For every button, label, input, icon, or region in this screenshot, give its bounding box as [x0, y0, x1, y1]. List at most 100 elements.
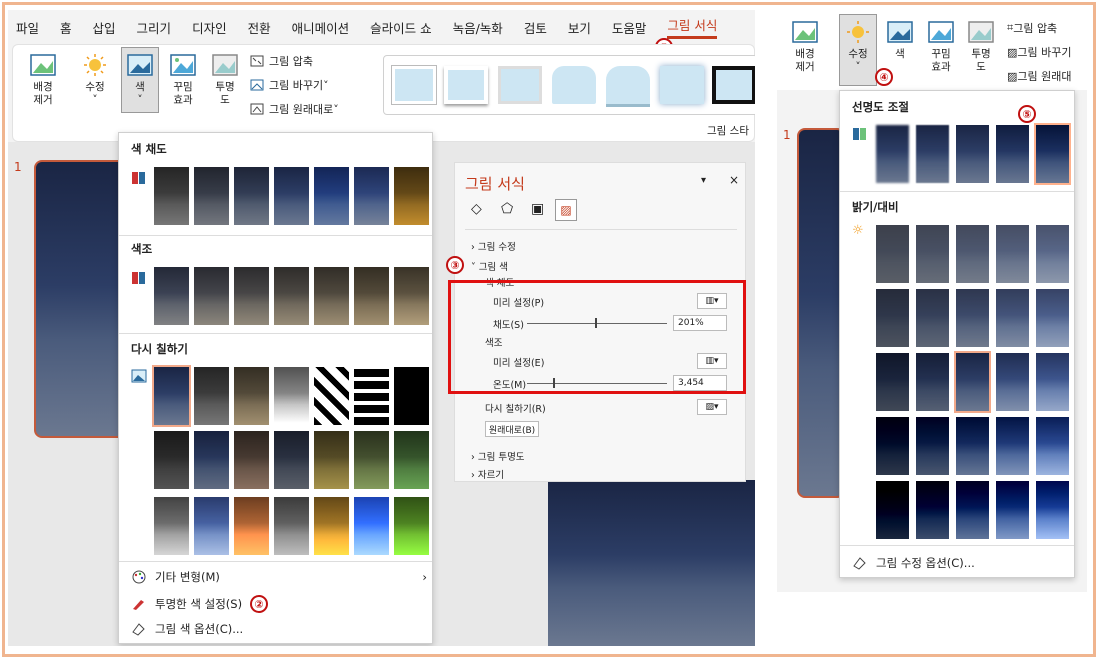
bc-3-1[interactable]: [876, 353, 909, 411]
bc-1-2[interactable]: [916, 225, 949, 283]
sharpen-4[interactable]: [996, 125, 1029, 183]
bc-3-2[interactable]: [916, 353, 949, 411]
bc-1-3[interactable]: [956, 225, 989, 283]
bc-1-5[interactable]: [1036, 225, 1069, 283]
recolor-dark-7[interactable]: [394, 431, 429, 489]
recolor-bw-75[interactable]: [394, 367, 429, 425]
picture-style-2[interactable]: [444, 66, 488, 104]
change-picture-button[interactable]: 그림 바꾸기 ˅: [249, 77, 329, 93]
color-button[interactable]: 색: [883, 20, 917, 61]
sharpen-1[interactable]: [876, 125, 909, 183]
bc-2-4[interactable]: [996, 289, 1029, 347]
transparency-button[interactable]: 투명 도: [965, 20, 997, 74]
bc-4-3[interactable]: [956, 417, 989, 475]
recolor-light-5[interactable]: [314, 497, 349, 555]
picture-style-7[interactable]: [712, 66, 755, 104]
artistic-effects-button[interactable]: 꾸밈 효과: [923, 20, 959, 74]
reset-picture-button[interactable]: ▨ 그림 원래대: [1007, 68, 1072, 84]
menu-record[interactable]: 녹음/녹화: [453, 18, 503, 37]
close-icon[interactable]: ×: [729, 173, 739, 187]
picture-transparency-section[interactable]: › 그림 투명도: [471, 449, 525, 463]
saturation-400[interactable]: [394, 167, 429, 225]
compress-pictures-button[interactable]: 그림 압축: [249, 53, 313, 69]
recolor-bw-50[interactable]: [354, 367, 389, 425]
picture-style-3[interactable]: [498, 66, 542, 104]
recolor-dark-5[interactable]: [314, 431, 349, 489]
tone-2[interactable]: [194, 267, 229, 325]
bc-4-4[interactable]: [996, 417, 1029, 475]
bc-4-5[interactable]: [1036, 417, 1069, 475]
picture-style-5[interactable]: [606, 66, 650, 104]
picture-corrections-section[interactable]: › 그림 수정: [471, 239, 516, 253]
menu-draw[interactable]: 그리기: [137, 18, 172, 37]
picture-style-4[interactable]: [552, 66, 596, 104]
sharpen-2[interactable]: [916, 125, 949, 183]
sharpen-5[interactable]: [1034, 123, 1071, 185]
tone-1[interactable]: [154, 267, 189, 325]
bc-5-2[interactable]: [916, 481, 949, 539]
picture-color-options-item[interactable]: 그림 색 옵션(C)...: [131, 621, 243, 637]
transparency-button[interactable]: 투명 도: [207, 53, 243, 107]
recolor-dark-3[interactable]: [234, 431, 269, 489]
menu-design[interactable]: 디자인: [192, 18, 227, 37]
saturation-0[interactable]: [154, 167, 189, 225]
menu-help[interactable]: 도움말: [612, 18, 647, 37]
saturation-66[interactable]: [234, 167, 269, 225]
bc-4-2[interactable]: [916, 417, 949, 475]
recolor-dark-1[interactable]: [154, 431, 189, 489]
reset-picture-button[interactable]: 그림 원래대로 ˅: [249, 101, 339, 117]
recolor-light-7[interactable]: [394, 497, 429, 555]
saturation-100[interactable]: [274, 167, 309, 225]
tone-5[interactable]: [314, 267, 349, 325]
picture-icon[interactable]: ▨: [555, 199, 577, 221]
recolor-sepia[interactable]: [234, 367, 269, 425]
set-transparent-color-item[interactable]: 투명한 색 설정(S) ②: [131, 595, 269, 613]
saturation-300[interactable]: [354, 167, 389, 225]
effects-icon[interactable]: ⬠: [501, 201, 513, 217]
menu-slideshow[interactable]: 슬라이드 쇼: [370, 18, 431, 37]
bc-5-3[interactable]: [956, 481, 989, 539]
recolor-dropdown[interactable]: ▨▾: [697, 399, 727, 415]
tone-7[interactable]: [394, 267, 429, 325]
pane-options-icon[interactable]: ▾: [701, 175, 706, 186]
saturation-200[interactable]: [314, 167, 349, 225]
saturation-33[interactable]: [194, 167, 229, 225]
bc-4-1[interactable]: [876, 417, 909, 475]
remove-background-button[interactable]: 배경 제거: [787, 20, 823, 74]
menu-insert[interactable]: 삽입: [93, 18, 116, 37]
recolor-dark-4[interactable]: [274, 431, 309, 489]
artistic-effects-button[interactable]: 꾸밈 효과: [165, 53, 201, 107]
slide-thumbnail[interactable]: [797, 128, 845, 498]
recolor-none[interactable]: [152, 365, 191, 427]
recolor-light-1[interactable]: [154, 497, 189, 555]
more-variations-item[interactable]: 기타 변형(M) ›: [131, 569, 427, 585]
recolor-light-2[interactable]: [194, 497, 229, 555]
recolor-light-3[interactable]: [234, 497, 269, 555]
size-icon[interactable]: ▣: [531, 201, 544, 217]
bc-2-2[interactable]: [916, 289, 949, 347]
bc-2-5[interactable]: [1036, 289, 1069, 347]
recolor-light-6[interactable]: [354, 497, 389, 555]
bc-3-5[interactable]: [1036, 353, 1069, 411]
corrections-button[interactable]: 수정 ˅: [839, 14, 877, 86]
bc-5-1[interactable]: [876, 481, 909, 539]
bc-2-3[interactable]: [956, 289, 989, 347]
picture-style-1[interactable]: [392, 66, 436, 104]
sharpen-3[interactable]: [956, 125, 989, 183]
recolor-dark-6[interactable]: [354, 431, 389, 489]
bc-3-4[interactable]: [996, 353, 1029, 411]
bc-2-1[interactable]: [876, 289, 909, 347]
menu-review[interactable]: 검토: [524, 18, 547, 37]
menu-picture-format[interactable]: 그림 서식: [667, 15, 718, 39]
tone-6[interactable]: [354, 267, 389, 325]
bc-5-4[interactable]: [996, 481, 1029, 539]
recolor-bw-25[interactable]: [314, 367, 349, 425]
recolor-washout[interactable]: [274, 367, 309, 425]
bc-5-5[interactable]: [1036, 481, 1069, 539]
bc-1-1[interactable]: [876, 225, 909, 283]
compress-pictures-button[interactable]: ⌗ 그림 압축: [1007, 20, 1057, 36]
bc-1-4[interactable]: [996, 225, 1029, 283]
recolor-grayscale[interactable]: [194, 367, 229, 425]
menu-view[interactable]: 보기: [568, 18, 591, 37]
reset-button[interactable]: 원래대로(B): [485, 421, 539, 437]
